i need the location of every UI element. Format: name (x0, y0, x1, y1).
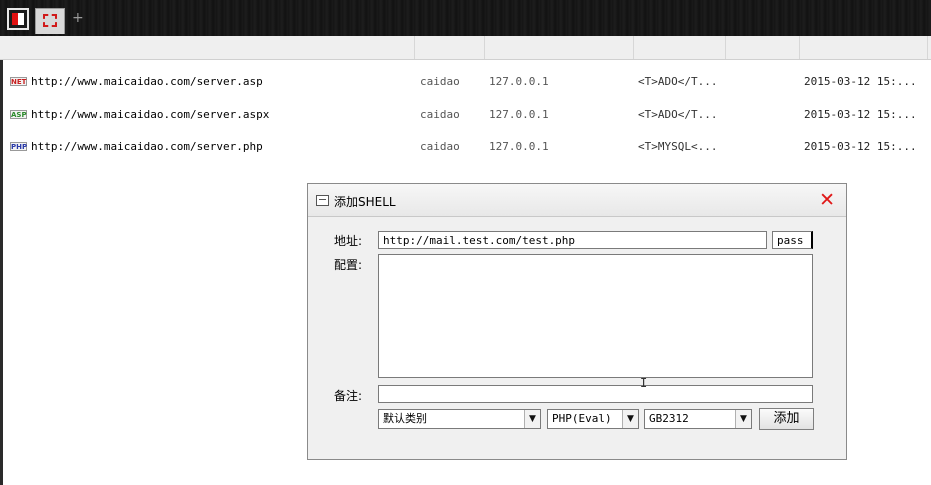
shell-user: caidao (420, 140, 460, 153)
active-tab[interactable] (35, 8, 65, 34)
column-header-time[interactable] (800, 36, 928, 59)
chevron-down-icon[interactable]: ▼ (735, 410, 751, 428)
shell-user: caidao (420, 108, 460, 121)
config-label: 配置: (334, 258, 363, 272)
shell-config: <T>MYSQL<... (638, 140, 718, 153)
shell-list-tab-icon[interactable] (7, 8, 29, 30)
script-type-value: PHP(Eval) (552, 412, 612, 425)
title-bar: + (0, 0, 931, 36)
shell-time: 2015-03-12 15:... (804, 108, 917, 121)
shell-ip: 127.0.0.1 (489, 75, 549, 88)
shell-time: 2015-03-12 15:... (804, 140, 917, 153)
table-row[interactable]: NET http://www.maicaidao.com/server.asp … (8, 73, 928, 91)
shell-config: <T>ADO</T... (638, 75, 718, 88)
asp-type-icon: ASP (10, 110, 27, 119)
address-input[interactable]: http://mail.test.com/test.php (378, 231, 767, 249)
column-header-user[interactable] (415, 36, 485, 59)
column-header-extra[interactable] (726, 36, 800, 59)
shell-ip: 127.0.0.1 (489, 108, 549, 121)
column-header-row (0, 36, 931, 60)
shell-config: <T>ADO</T... (638, 108, 718, 121)
add-tab-button[interactable]: + (72, 10, 84, 26)
php-type-icon: PHP (10, 142, 28, 151)
column-header-ip[interactable] (485, 36, 634, 59)
shell-url: http://www.maicaidao.com/server.php (31, 140, 263, 153)
shell-url: http://www.maicaidao.com/server.aspx (31, 108, 270, 121)
shell-time: 2015-03-12 15:... (804, 75, 917, 88)
note-input[interactable] (378, 385, 813, 403)
password-input[interactable]: pass (772, 231, 813, 249)
chevron-down-icon[interactable]: ▼ (622, 410, 638, 428)
text-cursor-icon: I (640, 376, 648, 390)
add-shell-dialog: 添加SHELL ✕ 地址: http://mail.test.com/test.… (307, 183, 847, 460)
address-label: 地址: (334, 234, 363, 248)
table-row[interactable]: ASP http://www.maicaidao.com/server.aspx… (8, 106, 928, 124)
category-value: 默认类别 (383, 412, 427, 425)
shell-user: caidao (420, 75, 460, 88)
column-header-config[interactable] (634, 36, 726, 59)
dialog-title: 添加SHELL (334, 195, 396, 209)
category-select[interactable]: 默认类别 ▼ (378, 409, 541, 429)
left-border (0, 60, 3, 485)
dialog-title-bar[interactable]: 添加SHELL ✕ (308, 184, 846, 217)
table-row[interactable]: PHP http://www.maicaidao.com/server.php … (8, 138, 928, 156)
add-button[interactable]: 添加 (759, 408, 814, 430)
net-type-icon: NET (10, 77, 27, 86)
script-type-select[interactable]: PHP(Eval) ▼ (547, 409, 639, 429)
chevron-down-icon[interactable]: ▼ (524, 410, 540, 428)
window-icon (12, 13, 24, 25)
note-label: 备注: (334, 389, 363, 403)
selection-icon (43, 14, 57, 27)
config-textarea[interactable] (378, 254, 813, 378)
column-header-url[interactable] (0, 36, 415, 59)
encoding-value: GB2312 (649, 412, 689, 425)
close-icon[interactable]: ✕ (819, 189, 835, 211)
window-icon (316, 195, 329, 206)
shell-url: http://www.maicaidao.com/server.asp (31, 75, 263, 88)
encoding-select[interactable]: GB2312 ▼ (644, 409, 752, 429)
shell-ip: 127.0.0.1 (489, 140, 549, 153)
